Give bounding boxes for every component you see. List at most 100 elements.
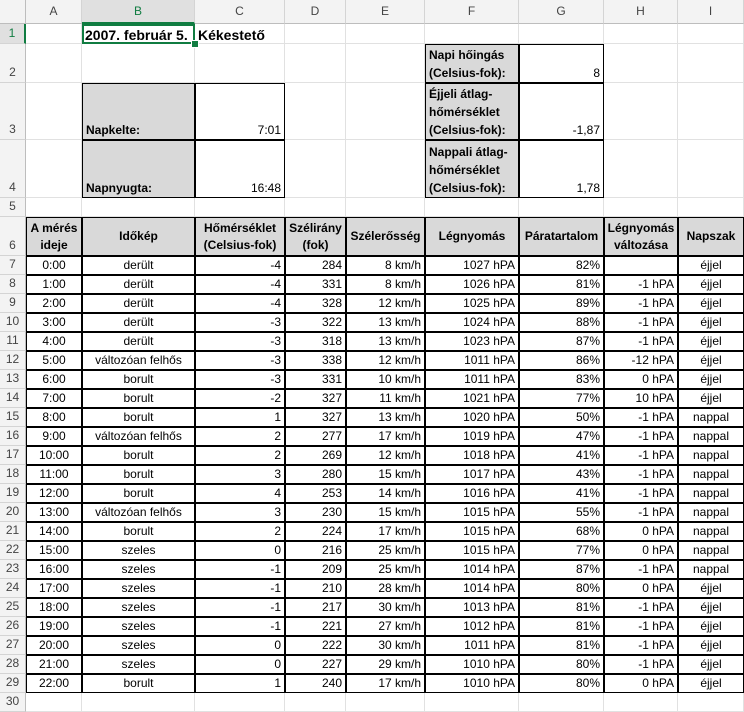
table-cell[interactable]: szeles: [82, 655, 195, 674]
table-cell[interactable]: 338: [285, 351, 346, 370]
table-cell[interactable]: éjjel: [678, 636, 744, 655]
table-cell[interactable]: 25 km/h: [346, 541, 425, 560]
table-cell[interactable]: 13:00: [26, 503, 82, 522]
row-header-1[interactable]: 1: [0, 24, 26, 44]
table-header-cell[interactable]: Szélirány (fok): [285, 217, 346, 256]
grid-cell[interactable]: [604, 24, 678, 44]
table-cell[interactable]: 0 hPA: [604, 370, 678, 389]
table-cell[interactable]: 209: [285, 560, 346, 579]
table-cell[interactable]: -4: [195, 294, 285, 313]
table-cell[interactable]: éjjel: [678, 370, 744, 389]
fill-handle[interactable]: [191, 40, 199, 48]
row-header-21[interactable]: 21: [0, 522, 26, 541]
table-cell[interactable]: 10 hPA: [604, 389, 678, 408]
table-cell[interactable]: 284: [285, 256, 346, 275]
stat-value[interactable]: -1,87: [519, 83, 604, 140]
row-header-30[interactable]: 30: [0, 693, 26, 712]
title-date-cell[interactable]: 2007. február 5.: [82, 24, 195, 44]
table-cell[interactable]: 1024 hPA: [425, 313, 519, 332]
table-cell[interactable]: 12:00: [26, 484, 82, 503]
table-cell[interactable]: 88%: [519, 313, 604, 332]
table-cell[interactable]: 1015 hPA: [425, 541, 519, 560]
grid-cell[interactable]: [195, 44, 285, 83]
column-header-e[interactable]: E: [346, 0, 425, 24]
table-cell[interactable]: változóan felhős: [82, 351, 195, 370]
table-cell[interactable]: 328: [285, 294, 346, 313]
table-cell[interactable]: 5:00: [26, 351, 82, 370]
stat-value[interactable]: 8: [519, 44, 604, 83]
grid-cell[interactable]: [678, 83, 744, 140]
grid-cell[interactable]: [604, 693, 678, 712]
table-cell[interactable]: 221: [285, 617, 346, 636]
grid-cell[interactable]: [346, 693, 425, 712]
table-cell[interactable]: 224: [285, 522, 346, 541]
table-cell[interactable]: 280: [285, 465, 346, 484]
grid-cell[interactable]: [26, 140, 82, 198]
table-cell[interactable]: éjjel: [678, 275, 744, 294]
table-cell[interactable]: éjjel: [678, 389, 744, 408]
table-cell[interactable]: 1011 hPA: [425, 370, 519, 389]
table-cell[interactable]: 0: [195, 636, 285, 655]
grid-cell[interactable]: [678, 198, 744, 217]
title-place-cell[interactable]: Kékestető: [195, 24, 325, 44]
table-cell[interactable]: 0 hPA: [604, 522, 678, 541]
table-cell[interactable]: 1019 hPA: [425, 427, 519, 446]
stat-label[interactable]: Nappali átlag-hőmérséklet (Celsius-fok):: [425, 140, 519, 198]
table-cell[interactable]: 19:00: [26, 617, 82, 636]
row-header-14[interactable]: 14: [0, 389, 26, 408]
table-cell[interactable]: 1:00: [26, 275, 82, 294]
table-cell[interactable]: 1017 hPA: [425, 465, 519, 484]
grid-cell[interactable]: [285, 44, 346, 83]
table-cell[interactable]: 1010 hPA: [425, 674, 519, 693]
table-cell[interactable]: 7:00: [26, 389, 82, 408]
table-cell[interactable]: nappal: [678, 446, 744, 465]
table-cell[interactable]: 80%: [519, 655, 604, 674]
table-cell[interactable]: -1 hPA: [604, 636, 678, 655]
table-cell[interactable]: -4: [195, 275, 285, 294]
table-cell[interactable]: 41%: [519, 484, 604, 503]
table-cell[interactable]: 1013 hPA: [425, 598, 519, 617]
table-cell[interactable]: 15 km/h: [346, 503, 425, 522]
row-header-29[interactable]: 29: [0, 674, 26, 693]
table-cell[interactable]: 1018 hPA: [425, 446, 519, 465]
table-cell[interactable]: 15 km/h: [346, 465, 425, 484]
table-header-cell[interactable]: A mérés ideje: [26, 217, 82, 256]
table-cell[interactable]: derült: [82, 313, 195, 332]
table-cell[interactable]: 3:00: [26, 313, 82, 332]
table-cell[interactable]: éjjel: [678, 579, 744, 598]
table-cell[interactable]: [604, 256, 678, 275]
stat-label[interactable]: Éjjeli átlag-hőmérséklet (Celsius-fok):: [425, 83, 519, 140]
table-cell[interactable]: 17:00: [26, 579, 82, 598]
row-header-6[interactable]: 6: [0, 217, 26, 256]
table-cell[interactable]: nappal: [678, 560, 744, 579]
table-cell[interactable]: 20:00: [26, 636, 82, 655]
table-cell[interactable]: 2: [195, 446, 285, 465]
table-cell[interactable]: 80%: [519, 674, 604, 693]
row-header-8[interactable]: 8: [0, 275, 26, 294]
table-cell[interactable]: -2: [195, 389, 285, 408]
table-cell[interactable]: 13 km/h: [346, 408, 425, 427]
table-cell[interactable]: 27 km/h: [346, 617, 425, 636]
table-cell[interactable]: 1021 hPA: [425, 389, 519, 408]
table-cell[interactable]: -1 hPA: [604, 503, 678, 522]
table-cell[interactable]: 331: [285, 370, 346, 389]
table-cell[interactable]: 8:00: [26, 408, 82, 427]
grid-cell[interactable]: [26, 198, 82, 217]
table-cell[interactable]: -1 hPA: [604, 313, 678, 332]
table-cell[interactable]: 0 hPA: [604, 674, 678, 693]
grid-cell[interactable]: [195, 693, 285, 712]
table-cell[interactable]: 216: [285, 541, 346, 560]
table-cell[interactable]: nappal: [678, 541, 744, 560]
grid-cell[interactable]: [285, 83, 346, 140]
table-cell[interactable]: 4:00: [26, 332, 82, 351]
table-cell[interactable]: -3: [195, 332, 285, 351]
table-cell[interactable]: 1016 hPA: [425, 484, 519, 503]
table-cell[interactable]: -3: [195, 351, 285, 370]
table-cell[interactable]: 253: [285, 484, 346, 503]
table-cell[interactable]: 1010 hPA: [425, 655, 519, 674]
table-cell[interactable]: -1 hPA: [604, 617, 678, 636]
table-cell[interactable]: 22:00: [26, 674, 82, 693]
table-cell[interactable]: borult: [82, 389, 195, 408]
table-cell[interactable]: 10:00: [26, 446, 82, 465]
column-header-b[interactable]: B: [82, 0, 195, 24]
